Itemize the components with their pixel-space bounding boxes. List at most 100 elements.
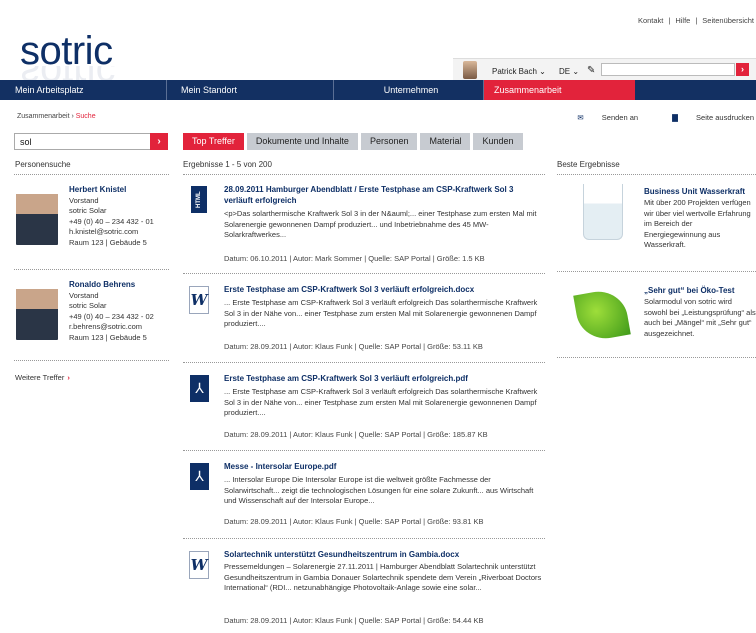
best-title[interactable]: „Sehr gut“ bei Öko-Test xyxy=(644,286,735,295)
result-snippet: ... Erste Testphase am CSP-Kraftwerk Sol… xyxy=(224,298,538,328)
link-kontakt[interactable]: Kontakt xyxy=(638,16,663,25)
top-search-button[interactable]: › xyxy=(736,63,749,76)
send-label: Senden an xyxy=(601,113,639,122)
people-heading: Personensuche xyxy=(15,160,71,169)
result-meta: Datum: 28.09.2011 | Autor: Klaus Funk | … xyxy=(224,517,484,526)
top-search-input[interactable] xyxy=(601,63,735,76)
nav-item-unternehmen[interactable]: Unternehmen xyxy=(334,80,484,100)
main-nav: Mein Arbeitsplatz Mein Standort Unterneh… xyxy=(0,80,756,100)
best-title[interactable]: Business Unit Wasserkraft xyxy=(644,187,745,196)
person-room: Raum 123 | Gebäude 5 xyxy=(69,237,147,247)
divider xyxy=(14,174,169,175)
search-button[interactable]: › xyxy=(150,133,168,150)
results-heading: Ergebnisse 1 - 5 von 200 xyxy=(183,160,272,169)
person-photo xyxy=(16,185,58,245)
tab-dokumente[interactable]: Dokumente und Inhalte xyxy=(246,133,358,150)
result-tabs: Top Treffer Dokumente und Inhalte Person… xyxy=(183,133,526,150)
person-company: sotric Solar xyxy=(69,206,107,215)
divider xyxy=(183,273,545,274)
person-role: Vorstand xyxy=(69,195,99,205)
person-role: Vorstand xyxy=(69,290,99,300)
person-phone: +49 (0) 40 – 234 432 - 02 xyxy=(69,311,154,321)
tab-material[interactable]: Material xyxy=(420,133,471,150)
divider xyxy=(557,174,756,175)
more-results-link[interactable]: Weitere Treffer › xyxy=(15,373,70,382)
person-name[interactable]: Ronaldo Behrens xyxy=(69,280,135,289)
more-results-label: Weitere Treffer xyxy=(15,373,65,382)
breadcrumb-current: Suche xyxy=(75,113,96,120)
print-action[interactable]: ▇ Seite ausdrucken xyxy=(656,113,754,122)
tab-kunden[interactable]: Kunden xyxy=(473,133,523,150)
person-card[interactable]: Herbert Knistel Vorstand sotric Solar +4… xyxy=(14,185,169,260)
nav-item-arbeitsplatz[interactable]: Mein Arbeitsplatz xyxy=(0,80,167,100)
result-item[interactable]: ⅄ Messe - Intersolar Europe.pdf ... Inte… xyxy=(183,461,545,531)
send-action[interactable]: ✉ Senden an xyxy=(561,113,638,122)
result-title[interactable]: 28.09.2011 Hamburger Abendblatt / Erste … xyxy=(224,184,544,206)
person-phone: +49 (0) 40 – 234 432 - 01 xyxy=(69,216,154,226)
result-item[interactable]: ⅄ Erste Testphase am CSP-Kraftwerk Sol 3… xyxy=(183,373,545,443)
result-snippet: ... Erste Testphase am CSP-Kraftwerk Sol… xyxy=(224,387,538,417)
chevron-right-icon: › xyxy=(67,373,70,382)
printer-icon: ▇ xyxy=(672,113,678,122)
word-doc-icon: W xyxy=(189,286,209,314)
breadcrumb-parent[interactable]: Zusammenarbeit › xyxy=(17,113,76,120)
nav-item-standort[interactable]: Mein Standort xyxy=(167,80,334,100)
person-card[interactable]: Ronaldo Behrens Vorstand sotric Solar +4… xyxy=(14,280,169,355)
tab-personen[interactable]: Personen xyxy=(360,133,418,150)
nav-item-zusammenarbeit[interactable]: Zusammenarbeit xyxy=(484,80,635,100)
result-title[interactable]: Erste Testphase am CSP-Kraftwerk Sol 3 v… xyxy=(224,284,544,295)
word-doc-icon: W xyxy=(189,551,209,579)
chevron-right-icon: › xyxy=(157,136,161,147)
divider xyxy=(14,269,169,270)
avatar[interactable] xyxy=(463,61,477,79)
person-info: Ronaldo Behrens Vorstand sotric Solar +4… xyxy=(69,280,154,343)
result-item[interactable]: W Erste Testphase am CSP-Kraftwerk Sol 3… xyxy=(183,284,545,354)
logo[interactable]: sotric xyxy=(20,31,113,71)
person-email[interactable]: h.knistel@sotric.com xyxy=(69,227,138,236)
search-input[interactable]: sol xyxy=(14,133,168,150)
result-meta: Datum: 28.09.2011 | Autor: Klaus Funk | … xyxy=(224,616,484,625)
pdf-file-icon: ⅄ xyxy=(190,375,209,402)
result-meta: Datum: 28.09.2011 | Autor: Klaus Funk | … xyxy=(224,430,488,439)
edit-icon[interactable]: ✎ xyxy=(587,65,595,76)
result-item[interactable]: HTML 28.09.2011 Hamburger Abendblatt / E… xyxy=(183,184,545,266)
divider xyxy=(183,538,545,539)
person-email[interactable]: r.behrens@sotric.com xyxy=(69,322,142,331)
person-photo xyxy=(16,280,58,340)
top-links: Kontakt | Hilfe | Seitenübersicht xyxy=(637,16,754,25)
divider xyxy=(557,271,756,272)
best-text: Solarmodul von sotric wird sowohl bei „L… xyxy=(644,297,756,338)
result-title[interactable]: Solartechnik unterstützt Gesundheitszent… xyxy=(224,549,544,560)
chevron-right-icon: › xyxy=(741,64,744,74)
result-meta: Datum: 28.09.2011 | Autor: Klaus Funk | … xyxy=(224,342,483,351)
best-heading: Beste Ergebnisse xyxy=(557,160,620,169)
breadcrumb: Zusammenarbeit › Suche xyxy=(17,113,96,120)
best-item[interactable]: „Sehr gut“ bei Öko-Test Solarmodul von s… xyxy=(557,283,756,353)
divider xyxy=(183,450,545,451)
logo-reflection: sotric xyxy=(20,66,116,80)
tab-top-treffer[interactable]: Top Treffer xyxy=(183,133,244,150)
best-item[interactable]: Business Unit Wasserkraft Mit über 200 P… xyxy=(557,184,756,264)
page-actions: ✉ Senden an ▇ Seite ausdrucken xyxy=(545,113,754,122)
result-title[interactable]: Messe - Intersolar Europe.pdf xyxy=(224,461,544,472)
link-sitemap[interactable]: Seitenübersicht xyxy=(702,16,754,25)
divider xyxy=(183,174,545,175)
html-file-icon: HTML xyxy=(191,186,207,213)
person-info: Herbert Knistel Vorstand sotric Solar +4… xyxy=(69,185,154,248)
water-glass-image xyxy=(583,184,623,240)
result-snippet: ... Intersolar Europe Die Intersolar Eur… xyxy=(224,475,534,505)
person-room: Raum 123 | Gebäude 5 xyxy=(69,332,147,342)
divider xyxy=(183,362,545,363)
language-select[interactable]: DE ⌄ xyxy=(559,67,579,76)
print-label: Seite ausdrucken xyxy=(696,113,754,122)
result-item[interactable]: W Solartechnik unterstützt Gesundheitsze… xyxy=(183,549,545,631)
person-name[interactable]: Herbert Knistel xyxy=(69,185,126,194)
divider xyxy=(14,360,169,361)
user-menu[interactable]: Patrick Bach ⌄ xyxy=(492,67,546,76)
result-title[interactable]: Erste Testphase am CSP-Kraftwerk Sol 3 v… xyxy=(224,373,544,384)
mail-icon: ✉ xyxy=(577,113,584,122)
best-text: Mit über 200 Projekten verfügen wir über… xyxy=(644,198,751,249)
leaf-image xyxy=(573,287,631,343)
user-bar: Patrick Bach ⌄ DE ⌄ ✎ › xyxy=(453,58,756,80)
link-hilfe[interactable]: Hilfe xyxy=(675,16,690,25)
